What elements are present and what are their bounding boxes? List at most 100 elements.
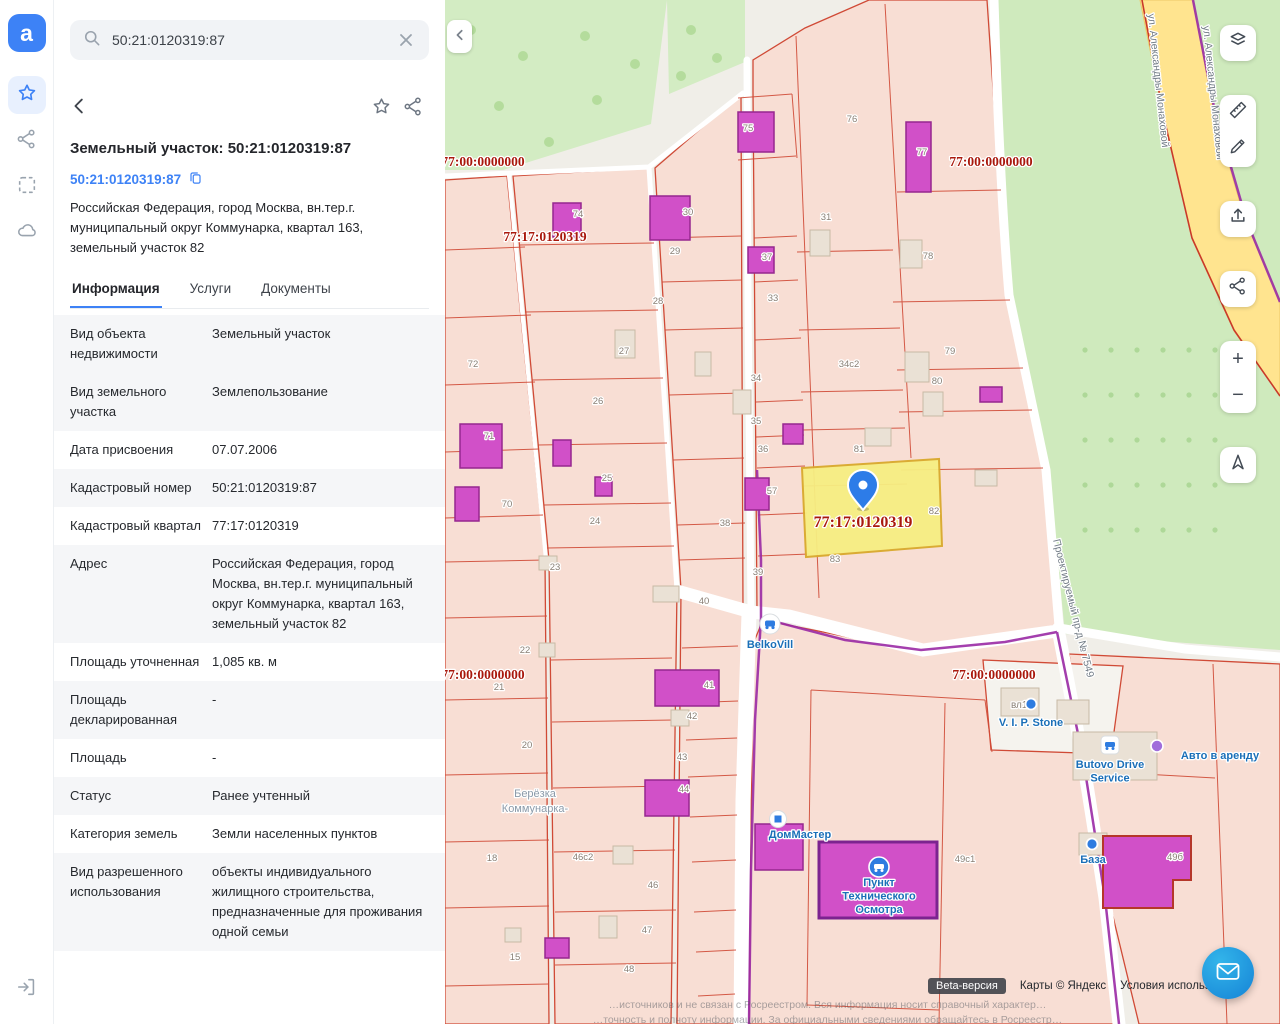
favorite-star-button[interactable] [365, 90, 397, 122]
poi-label: ДомМастер [769, 829, 832, 841]
parcel-number-label: 81 [854, 444, 865, 455]
tab-2[interactable]: Документы [259, 272, 333, 308]
app-logo[interactable]: a [8, 14, 46, 52]
cloud-icon [16, 220, 38, 247]
disclaimer-line: …источников и не связан с Росреестром. В… [465, 998, 1190, 1013]
table-row: Кадастровый номер50:21:0120319:87 [54, 469, 445, 507]
parcel-number-label: 74 [573, 209, 584, 220]
draw-button[interactable] [1220, 131, 1256, 167]
table-row: Площадь декларированная- [54, 681, 445, 739]
area-label: Коммунарка- [502, 803, 569, 815]
tab-1[interactable]: Услуги [188, 272, 234, 308]
poi-label: Butovo Drive [1076, 759, 1144, 771]
parcel-number-label: 29 [670, 246, 681, 257]
row-label: Вид земельного участка [70, 382, 212, 422]
row-value: Земельный участок [212, 324, 429, 364]
row-label: Вид разрешенного использования [70, 862, 212, 942]
cadastral-quarter-label: 77:17:0120319 [814, 514, 913, 531]
logout-button[interactable] [8, 970, 46, 1008]
row-value: 1,085 кв. м [212, 652, 429, 672]
locate-button[interactable] [1220, 447, 1256, 483]
parcel-number-label: 22 [520, 645, 531, 656]
zoom-out-button[interactable]: − [1220, 377, 1256, 413]
table-row: Вид объекта недвижимостиЗемельный участо… [54, 315, 445, 373]
share-icon [1228, 276, 1248, 302]
parcel-number-label: 34 [751, 373, 762, 384]
back-button[interactable] [64, 90, 96, 122]
row-label: Кадастровый квартал [70, 516, 212, 536]
selection-frame-icon [16, 174, 38, 201]
parcel-number-label: 82 [929, 506, 940, 517]
parcel-number-label: 78 [923, 251, 934, 262]
parcel-number-label: 46 [648, 880, 659, 891]
cadastral-quarter-label: 77:00:0000000 [445, 154, 525, 169]
parcel-number-label: 15 [510, 952, 521, 963]
cloud-button[interactable] [8, 214, 46, 252]
parcel-number-label: 79 [945, 346, 956, 357]
parcel-number-label: 75 [743, 123, 754, 134]
poi-label: Пункт [863, 877, 895, 889]
table-row: СтатусРанее учтенный [54, 777, 445, 815]
parcel-number-label: 83 [830, 554, 841, 565]
row-value: 77:17:0120319 [212, 516, 429, 536]
row-label: Площадь декларированная [70, 690, 212, 730]
beta-badge: Beta-версия [928, 978, 1006, 994]
row-label: Площадь уточненная [70, 652, 212, 672]
table-row: АдресРоссийская Федерация, город Москва,… [54, 545, 445, 643]
row-label: Вид объекта недвижимости [70, 324, 212, 364]
chat-button[interactable] [1202, 947, 1254, 999]
row-label: Площадь [70, 748, 212, 768]
share-map-button[interactable] [1220, 271, 1256, 307]
map-controls: + − [1220, 25, 1256, 483]
ruler-button[interactable] [1220, 95, 1256, 131]
object-panel: Земельный участок: 50:21:0120319:87 50:2… [54, 0, 445, 1024]
share-object-button[interactable] [397, 90, 429, 122]
map-area: 757677743029317837283334с279277234268035… [445, 0, 1280, 1024]
area-label: Берёзка [514, 788, 557, 800]
clear-search-icon[interactable] [395, 29, 417, 51]
parcel-number-label: 34с2 [839, 359, 860, 370]
star-icon [16, 82, 38, 109]
layers-button[interactable] [1220, 25, 1256, 61]
locate-arrow-icon [1228, 452, 1248, 478]
ruler-icon [1228, 100, 1248, 126]
map-disclaimer: …источников и не связан с Росреестром. В… [465, 998, 1190, 1024]
table-row: Площадь- [54, 739, 445, 777]
poi-label: Service [1090, 773, 1129, 785]
upload-icon [1228, 206, 1248, 232]
measure-draw-group [1220, 95, 1256, 167]
parcel-number-label: 44 [679, 784, 690, 795]
parcel-number-label: 72 [468, 359, 479, 370]
table-row: Вид земельного участкаЗемлепользование [54, 373, 445, 431]
row-label: Кадастровый номер [70, 478, 212, 498]
parcel-number-label: 70 [502, 499, 513, 510]
parcel-number-label: 25 [602, 473, 613, 484]
parcel-number-label: 30 [683, 207, 694, 218]
cadastral-map[interactable]: 757677743029317837283334с279277234268035… [445, 0, 1280, 1024]
row-value: Землепользование [212, 382, 429, 422]
cadastral-number-link[interactable]: 50:21:0120319:87 [70, 170, 429, 188]
row-label: Категория земель [70, 824, 212, 844]
parcel-number-label: 40 [699, 596, 710, 607]
parcel-number-label: 57 [767, 486, 778, 497]
upload-button[interactable] [1220, 201, 1256, 237]
parcel-number-label: 36 [758, 444, 769, 455]
parcel-number-label: 24 [590, 516, 601, 527]
search-input[interactable] [112, 32, 385, 48]
zoom-in-button[interactable]: + [1220, 341, 1256, 377]
parcel-number-label: 33 [768, 293, 779, 304]
tab-0[interactable]: Информация [70, 272, 162, 308]
logout-icon [16, 976, 38, 1003]
row-value: - [212, 748, 429, 768]
envelope-icon [1214, 959, 1242, 988]
search-bar[interactable] [70, 20, 429, 60]
selection-frame-button[interactable] [8, 168, 46, 206]
collapse-panel-button[interactable] [447, 20, 472, 53]
pencil-icon [1228, 136, 1248, 162]
info-table: Вид объекта недвижимостиЗемельный участо… [54, 315, 445, 951]
table-row: Площадь уточненная1,085 кв. м [54, 643, 445, 681]
copy-icon[interactable] [188, 170, 203, 188]
favorites-button[interactable] [8, 76, 46, 114]
row-value: 07.07.2006 [212, 440, 429, 460]
share-graph-button[interactable] [8, 122, 46, 160]
